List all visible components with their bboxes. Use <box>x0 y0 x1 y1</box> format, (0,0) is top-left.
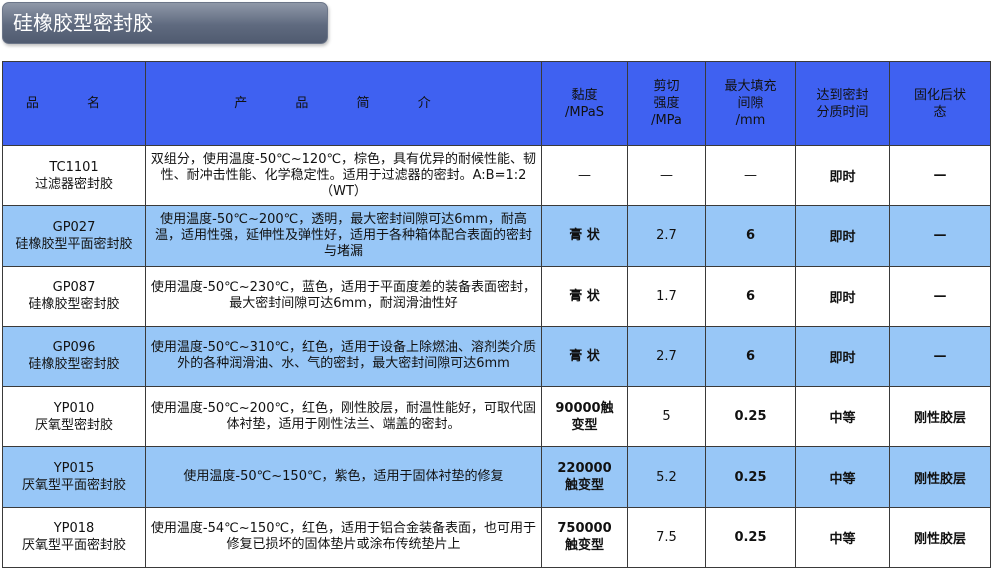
shear-cell: 2.7 <box>627 325 706 388</box>
cure-time-cell: 中等 <box>795 386 890 448</box>
cure-time-cell: 即时 <box>795 265 890 327</box>
header-name: 品 名 <box>2 61 146 146</box>
gap-cell: 0.25 <box>705 506 796 569</box>
header-cure-time: 达到密封 分质时间 <box>795 61 890 146</box>
header-gap: 最大填充 间隙/mm <box>705 61 796 146</box>
table-row: GP027 硅橡胶型平面密封胶 使用温度-50℃~200℃，透明，最大密封间隙可达… <box>2 205 991 267</box>
gap-cell: 6 <box>705 265 796 327</box>
table-header-row: 品 名 产 品 简 介 黏度/MPaS 剪切 强度/MPa 最大填充 间隙/mm 达… <box>2 61 991 146</box>
shear-cell: 5.2 <box>627 446 706 508</box>
sealant-table: 品 名 产 品 简 介 黏度/MPaS 剪切 强度/MPa 最大填充 间隙/mm 达… <box>2 61 991 569</box>
shear-cell: 1.7 <box>627 265 706 327</box>
table-row: YP018 厌氧型平面密封胶 使用温度-54℃~150℃，红色，适用于铝合金装备表… <box>2 506 991 569</box>
cured-state-cell: — <box>889 144 991 207</box>
product-desc-cell: 使用温度-50℃~200℃，透明，最大密封间隙可达6mm，耐高温，适用性强，延伸… <box>145 205 542 267</box>
product-name-cell: GP087 硅橡胶型密封胶 <box>2 265 146 327</box>
cured-state-cell: — <box>889 265 991 327</box>
cure-time-cell: 中等 <box>795 446 890 508</box>
gap-cell: 6 <box>705 205 796 267</box>
viscosity-cell: — <box>541 144 628 207</box>
gap-cell: 0.25 <box>705 386 796 448</box>
product-desc-cell: 使用温度-50℃~310℃，红色，适用于设备上除燃油、溶剂类介质外的各种润滑油、… <box>145 325 542 388</box>
shear-cell: 7.5 <box>627 506 706 569</box>
header-cured-state: 固化后状态 <box>889 61 991 146</box>
cure-time-cell: 中等 <box>795 506 890 569</box>
product-desc-cell: 使用温度-50℃~230℃，蓝色，适用于平面度差的装备表面密封，最大密封间隙可达… <box>145 265 542 327</box>
viscosity-cell: 膏 状 <box>541 325 628 388</box>
cure-time-cell: 即时 <box>795 205 890 267</box>
table-row: YP010 厌氧型密封胶 使用温度-50℃~200℃，红色，刚性胶层，耐温性能好，… <box>2 386 991 448</box>
gap-cell: — <box>705 144 796 207</box>
product-name-cell: YP010 厌氧型密封胶 <box>2 386 146 448</box>
table-row: GP096 硅橡胶型密封胶 使用温度-50℃~310℃，红色，适用于设备上除燃油、… <box>2 325 991 388</box>
cured-state-cell: 刚性胶层 <box>889 386 991 448</box>
cured-state-cell: — <box>889 205 991 267</box>
product-name-cell: YP018 厌氧型平面密封胶 <box>2 506 146 569</box>
viscosity-cell: 90000触 变型 <box>541 386 628 448</box>
product-name-cell: GP096 硅橡胶型密封胶 <box>2 325 146 388</box>
table-row: YP015 厌氧型平面密封胶 使用温度-50℃~150℃，紫色，适用于固体衬垫的修… <box>2 446 991 508</box>
cured-state-cell: — <box>889 325 991 388</box>
shear-cell: — <box>627 144 706 207</box>
shear-cell: 5 <box>627 386 706 448</box>
header-shear: 剪切 强度/MPa <box>627 61 706 146</box>
viscosity-cell: 膏 状 <box>541 205 628 267</box>
table-row: TC1101 过滤器密封胶 双组分，使用温度-50℃~120℃，棕色，具有优异的耐… <box>2 144 991 207</box>
page-title: 硅橡胶型密封胶 <box>2 2 328 44</box>
cure-time-cell: 即时 <box>795 325 890 388</box>
product-desc-cell: 使用温度-54℃~150℃，红色，适用于铝合金装备表面，也可用于修复已损坏的固体… <box>145 506 542 569</box>
gap-cell: 6 <box>705 325 796 388</box>
product-name-cell: GP027 硅橡胶型平面密封胶 <box>2 205 146 267</box>
gap-cell: 0.25 <box>705 446 796 508</box>
viscosity-cell: 220000 触变型 <box>541 446 628 508</box>
header-intro: 产 品 简 介 <box>145 61 542 146</box>
product-desc-cell: 双组分，使用温度-50℃~120℃，棕色，具有优异的耐候性能、韧性、耐冲击性能、… <box>145 144 542 207</box>
shear-cell: 2.7 <box>627 205 706 267</box>
cured-state-cell: 刚性胶层 <box>889 446 991 508</box>
product-desc-cell: 使用温度-50℃~200℃，红色，刚性胶层，耐温性能好，可取代固体衬垫，适用于刚… <box>145 386 542 448</box>
product-desc-cell: 使用温度-50℃~150℃，紫色，适用于固体衬垫的修复 <box>145 446 542 508</box>
header-viscosity: 黏度/MPaS <box>541 61 628 146</box>
product-name-cell: YP015 厌氧型平面密封胶 <box>2 446 146 508</box>
cured-state-cell: 刚性胶层 <box>889 506 991 569</box>
viscosity-cell: 膏 状 <box>541 265 628 327</box>
table-row: GP087 硅橡胶型密封胶 使用温度-50℃~230℃，蓝色，适用于平面度差的装备… <box>2 265 991 327</box>
cure-time-cell: 即时 <box>795 144 890 207</box>
product-name-cell: TC1101 过滤器密封胶 <box>2 144 146 207</box>
viscosity-cell: 750000 触变型 <box>541 506 628 569</box>
